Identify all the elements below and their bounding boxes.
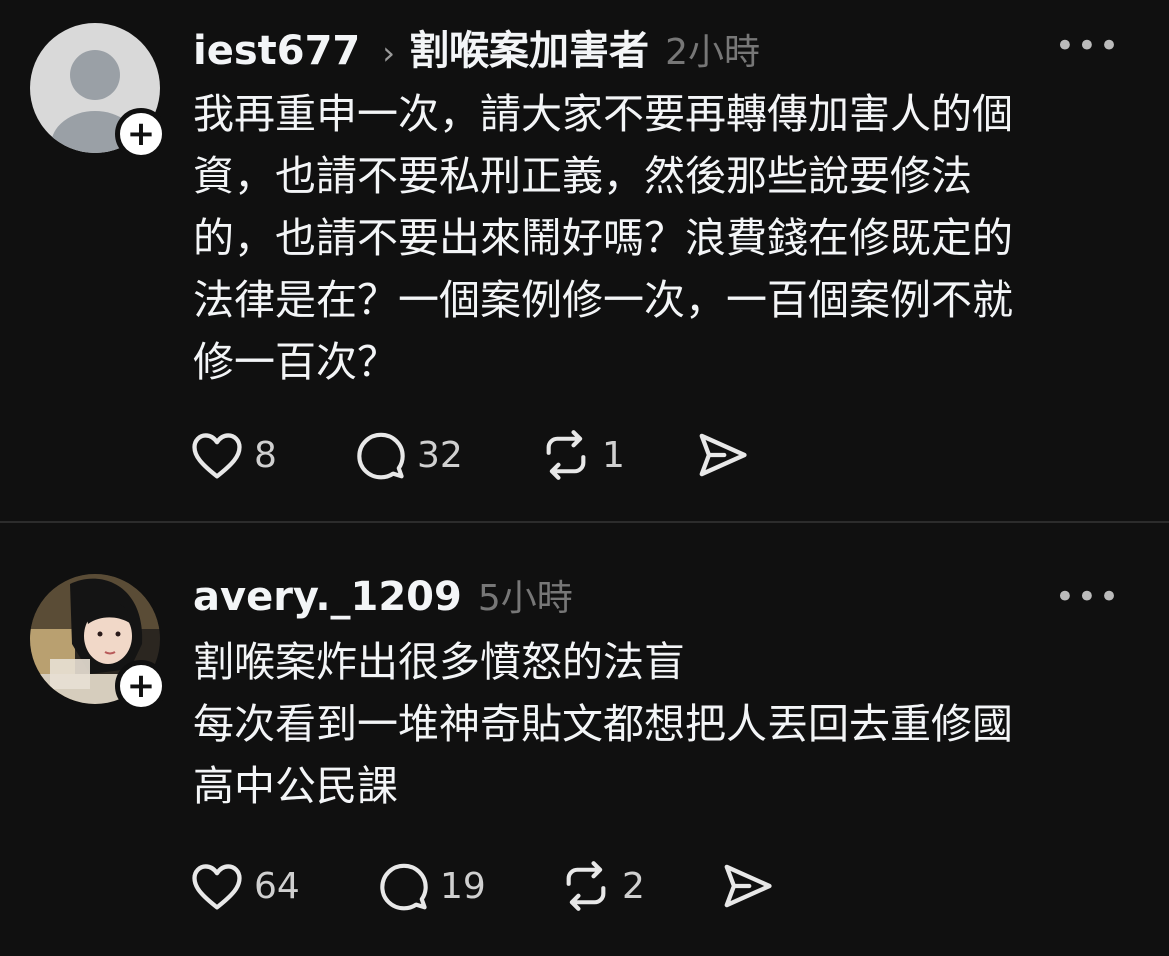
post-body: 割喉案炸出很多憤怒的法盲 每次看到一堆神奇貼文都想把人丟回去重修國 高中公民課 <box>193 631 1123 817</box>
repost-icon <box>566 861 606 911</box>
comment-icon <box>380 863 428 911</box>
post-text-line: 割喉案炸出很多憤怒的法盲 <box>193 638 685 686</box>
like-count: 64 <box>254 865 300 907</box>
reply-button[interactable]: 19 <box>378 861 486 911</box>
share-button[interactable] <box>720 861 774 911</box>
more-options-icon[interactable]: ••• <box>1055 577 1121 617</box>
post-2: + avery._1209 5小時 ••• 割喉案炸出很多憤怒的法盲 每次看到一… <box>0 0 1169 956</box>
repost-count: 2 <box>622 865 645 907</box>
repost-button[interactable]: 2 <box>560 861 645 911</box>
username[interactable]: avery._1209 <box>193 574 462 620</box>
timestamp: 5小時 <box>477 578 573 619</box>
post-text-line: 每次看到一堆神奇貼文都想把人丟回去重修國 <box>193 700 1013 748</box>
follow-plus-button[interactable]: + <box>115 660 167 712</box>
heart-icon <box>192 864 242 910</box>
post-header: avery._1209 5小時 <box>193 569 573 621</box>
like-button[interactable]: 64 <box>190 861 300 911</box>
reply-count: 19 <box>440 865 486 907</box>
send-icon <box>724 864 772 908</box>
post-text-line: 高中公民課 <box>193 762 398 810</box>
